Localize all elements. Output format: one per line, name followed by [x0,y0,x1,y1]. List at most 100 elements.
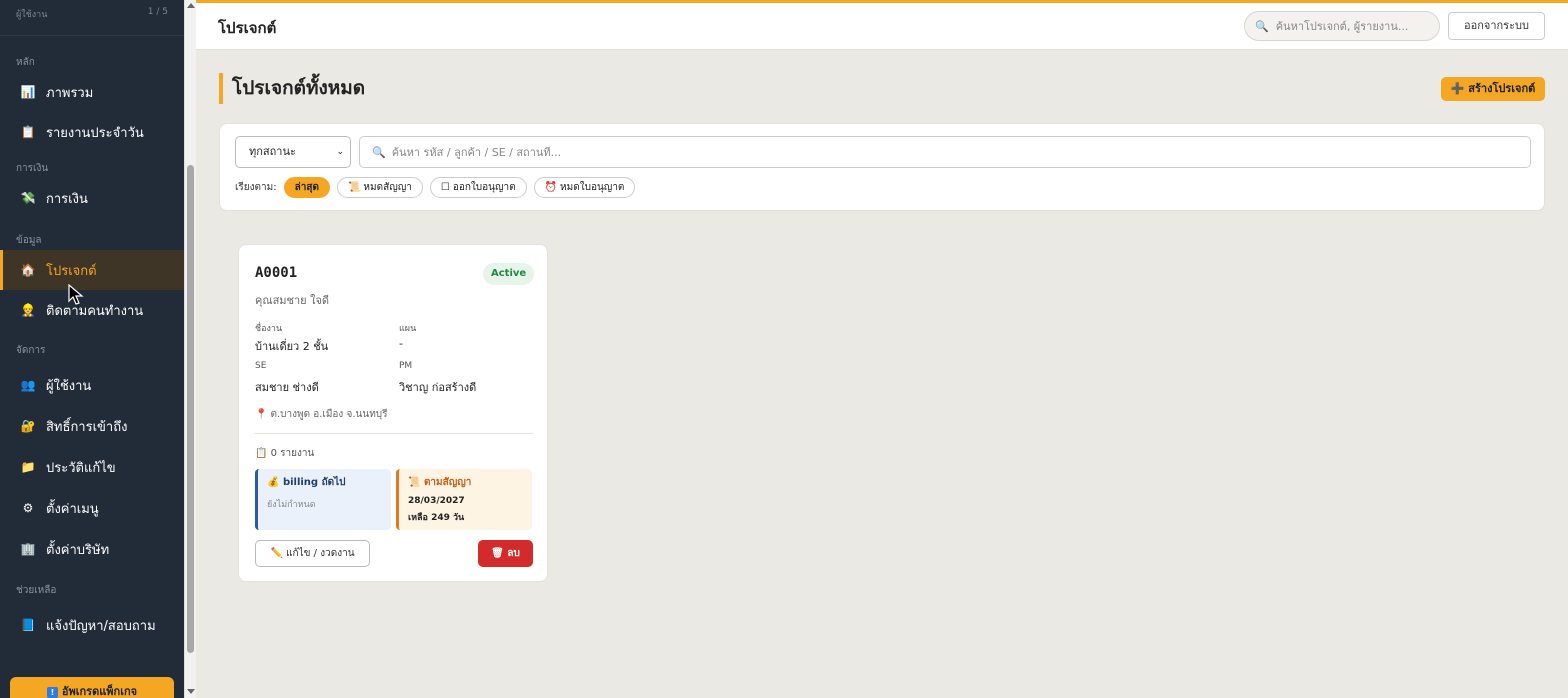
contract-title: 📜 ตามสัญญา [408,475,532,490]
plan-value: - [399,337,403,350]
sidebar-item-users[interactable]: 👥 ผู้ใช้งาน [0,365,184,405]
mouse-cursor-icon [68,284,84,305]
sidebar-item-daily-report[interactable]: 📋 รายงานประจำวัน [0,112,184,152]
scroll-icon: 📜 [347,182,361,193]
pm-label: PM [399,361,413,371]
section-finance: การเงิน [16,163,49,174]
sidebar-scrollbar[interactable] [184,0,196,698]
building-icon: 🏢 [20,542,36,556]
project-search-input[interactable] [391,145,1492,159]
upgrade-package-button[interactable]: ! อัพเกรดแพ็กเกจ [10,677,174,698]
trash-icon: 🗑 [491,548,504,559]
section-help: ช่วยเหลือ [16,585,57,596]
global-search-input[interactable] [1275,19,1426,33]
sidebar-item-label: ตั้งค่าเมนู [46,501,99,517]
sort-chip-permit-expire[interactable]: ⏰ หมดใบอนุญาต [533,177,636,198]
sort-chip-contract-end[interactable]: 📜 หมดสัญญา [336,177,423,198]
pin-icon: 📍 [255,409,268,420]
sort-chip-label: ล่าสุด [294,182,319,193]
sidebar-item-projects[interactable]: 🏠 โปรเจกต์ [0,250,184,290]
plus-icon: ➕ [1450,82,1465,95]
sort-chip-label: หมดใบอนุญาต [560,182,625,193]
project-code: A0001 [255,265,298,281]
sidebar-item-overview[interactable]: 📊 ภาพรวม [0,72,184,112]
location-text: ต.บางพูด อ.เมือง จ.นนทบุรี [270,409,388,420]
chevron-down-icon: ⌄ [336,147,344,157]
sort-chip-latest[interactable]: ล่าสุด [283,177,330,198]
se-value: สมชาย ช่างดี [255,381,319,394]
sort-chip-label: หมดสัญญา [363,182,412,193]
alarm-clock-icon: ⏰ [544,182,558,193]
section-data: ข้อมูล [16,235,42,246]
info-icon: ! [46,687,58,698]
topbar: โปรเจกต์ 🔍 ออกจากระบบ [196,0,1568,50]
user-usage-bar: ผู้ใช้งาน 1 / 5 [0,0,184,36]
chart-icon: 📊 [20,85,36,99]
delete-label: ลบ [507,548,520,559]
sidebar-item-label: สิทธิ์การเข้าถึง [46,419,128,435]
sidebar-item-menu-settings[interactable]: ⚙ ตั้งค่าเมนู [0,488,184,528]
sidebar-item-label: ประวัติแก้ไข [46,460,116,476]
user-usage-count: 1 / 5 [147,7,168,17]
section-main: หลัก [16,57,35,68]
delete-project-button[interactable]: 🗑 ลบ [478,540,533,567]
sidebar: ผู้ใช้งาน 1 / 5 หลัก 📊 ภาพรวม 📋 รายงานปร… [0,0,184,698]
sidebar-item-label: แจ้งปัญหา/สอบถาม [46,618,156,634]
card-divider [255,433,533,434]
sidebar-item-label: รายงานประจำวัน [46,125,144,141]
user-usage-label: ผู้ใช้งาน [16,10,48,20]
billing-title: 💰 billing ถัดไป [267,475,391,490]
create-project-label: สร้างโปรเจกต์ [1468,82,1536,95]
sidebar-item-edit-history[interactable]: 📁 ประวัติแก้ไข [0,447,184,487]
billing-title-text: billing ถัดไป [282,477,346,488]
project-search[interactable]: 🔍 [359,136,1531,168]
job-name-value: บ้านเดี่ยว 2 ชั้น [255,340,329,353]
scroll-down-arrow-icon[interactable] [187,689,195,694]
book-icon: 📘 [20,618,36,632]
report-count: 📋 0 รายงาน [255,446,314,461]
scroll-up-arrow-icon[interactable] [187,3,195,8]
sidebar-item-access-rights[interactable]: 🔐 สิทธิ์การเข้าถึง [0,406,184,446]
status-filter-value: ทุกสถานะ [249,145,296,158]
search-icon: 🔍 [1255,19,1269,33]
pm-value: วิชาญ ก่อสร้างดี [399,381,477,394]
sidebar-item-worker-tracking[interactable]: 👷 ติดตามคนทำงาน [0,290,184,330]
pencil-icon: ✏️ [270,548,283,559]
sort-label: เรียงตาม: [235,182,277,193]
edit-project-button[interactable]: ✏️ แก้ไข / งวดงาน [255,540,370,567]
plan-label: แผน [399,324,417,334]
sidebar-item-label: การเงิน [46,191,88,207]
worker-icon: 👷 [20,303,36,317]
contract-remaining: เหลือ 249 วัน [408,513,465,523]
create-project-button[interactable]: ➕ สร้างโปรเจกต์ [1441,77,1545,101]
contract-box: 📜 ตามสัญญา 28/03/2027 เหลือ 249 วัน [396,469,532,530]
folder-icon: 📁 [20,460,36,474]
se-label: SE [255,361,267,371]
sort-chip-permit-issue[interactable]: ☐ ออกใบอนุญาต [429,177,527,198]
global-search[interactable]: 🔍 [1244,11,1440,41]
billing-box: 💰 billing ถัดไป ยังไม่กำหนด [255,469,391,530]
sidebar-item-report-issue[interactable]: 📘 แจ้งปัญหา/สอบถาม [0,605,184,645]
billing-value: ยังไม่กำหนด [267,500,316,510]
coin-bag-icon: 💰 [267,477,280,488]
money-icon: 💸 [20,191,36,205]
sort-chip-label: ออกใบอนุญาต [452,182,516,193]
contract-title-text: ตามสัญญา [423,477,472,488]
filter-panel: ทุกสถานะ ⌄ 🔍 เรียงตาม: ล่าสุด 📜 หมดสัญญา… [219,123,1545,211]
sidebar-item-label: ผู้ใช้งาน [46,378,92,394]
sidebar-item-company-settings[interactable]: 🏢 ตั้งค่าบริษัท [0,529,184,569]
edit-label: แก้ไข / งวดงาน [286,548,355,559]
page-title: โปรเจกต์ [218,19,277,37]
house-icon: 🏠 [20,263,36,277]
project-card[interactable]: A0001 Active คุณสมชาย ใจดี ชื่องาน บ้านเ… [238,244,548,582]
sidebar-item-label: ติดตามคนทำงาน [46,303,144,319]
client-name: คุณสมชาย ใจดี [255,294,330,307]
project-location: 📍 ต.บางพูด อ.เมือง จ.นนทบุรี [255,407,388,422]
sidebar-item-finance[interactable]: 💸 การเงิน [0,178,184,218]
logout-button[interactable]: ออกจากระบบ [1448,12,1545,40]
status-filter-select[interactable]: ทุกสถานะ ⌄ [235,136,351,168]
sidebar-item-label: ภาพรวม [46,85,94,101]
lock-icon: 🔐 [20,419,36,433]
scrollbar-thumb[interactable] [187,165,194,653]
users-icon: 👥 [20,378,36,392]
